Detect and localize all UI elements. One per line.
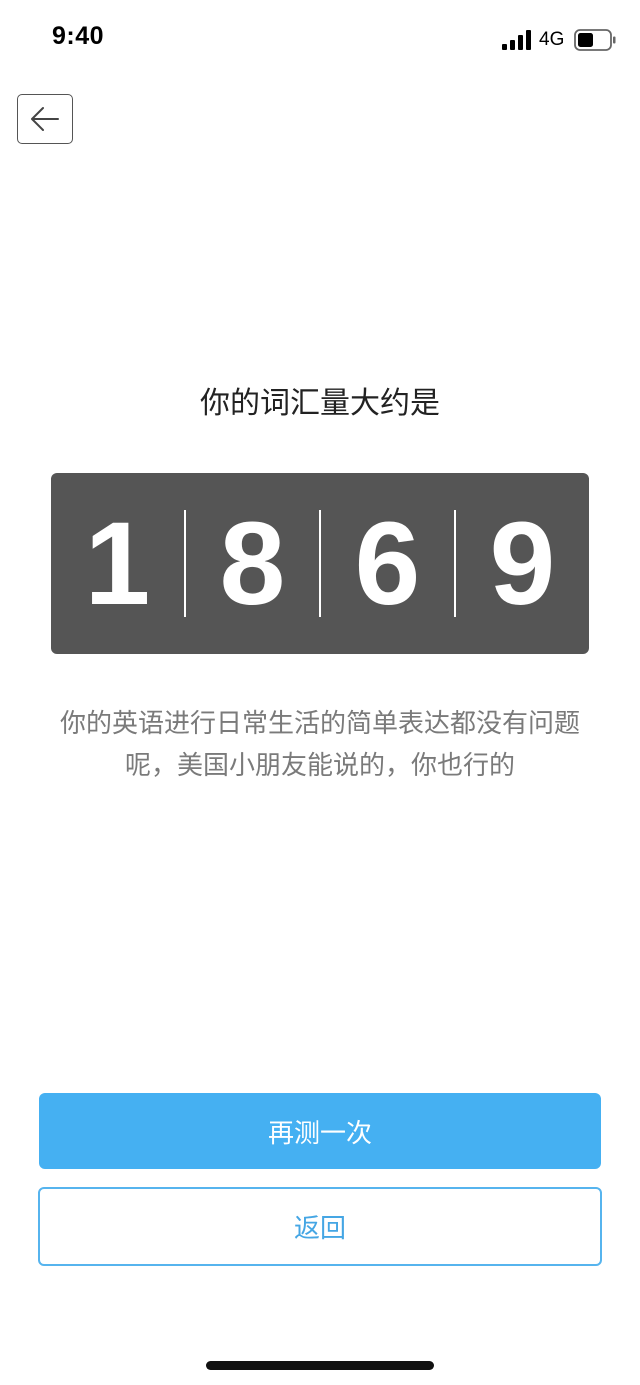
network-label: 4G [539,29,565,50]
back-button[interactable] [17,94,73,144]
status-time: 9:40 [52,22,105,50]
vocabulary-counter: 1 8 6 9 [51,473,589,654]
counter-digit: 6 [354,497,421,630]
status-bar: 9:40 4G [0,0,640,80]
battery-icon [574,29,616,51]
result-title: 你的词汇量大约是 [200,386,440,421]
home-indicator[interactable] [206,1361,434,1370]
retry-button[interactable]: 再测一次 [39,1093,601,1169]
counter-digit: 1 [84,497,151,630]
result-description: 你的英语进行日常生活的简单表达都没有问题呢，美国小朋友能说的，你也行的 [59,709,580,781]
counter-digit: 9 [489,497,556,630]
signal-icon [502,30,531,50]
arrow-left-icon [31,107,59,131]
counter-digit: 8 [219,497,286,630]
return-button[interactable]: 返回 [38,1187,602,1266]
